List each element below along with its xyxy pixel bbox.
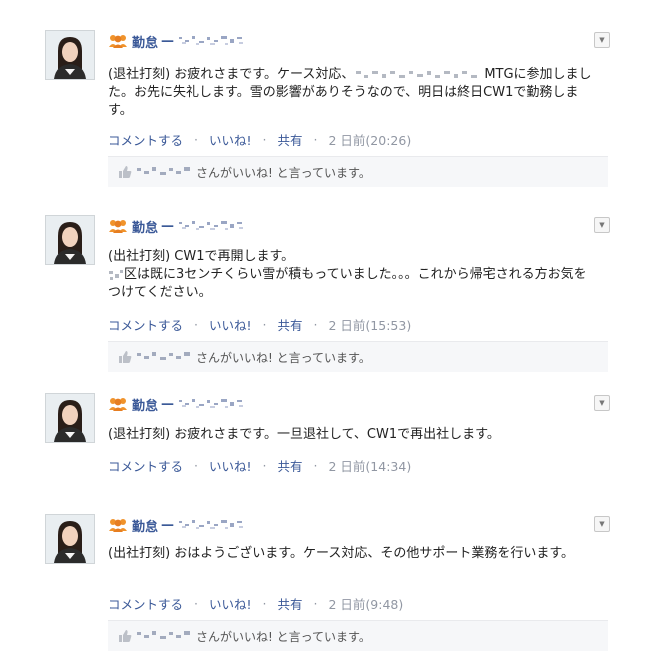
- group-icon: [109, 35, 127, 48]
- post-menu-button[interactable]: ▼: [594, 395, 610, 411]
- profile-photo-icon: [46, 31, 94, 79]
- comment-link[interactable]: コメントする: [108, 130, 183, 149]
- avatar[interactable]: [45, 215, 95, 265]
- share-link[interactable]: 共有: [278, 315, 303, 334]
- post-text: (退社打刻) お疲れさまです。一旦退社して、CW1で再出社します。: [108, 427, 500, 442]
- post-actions: コメントする · いいね! · 共有 · 2 日前(20:26): [108, 130, 412, 149]
- group-icon: [109, 398, 127, 411]
- redacted-name: [179, 36, 244, 45]
- avatar[interactable]: [45, 30, 95, 80]
- avatar[interactable]: [45, 393, 95, 443]
- timestamp[interactable]: 2 日前(20:26): [329, 130, 412, 149]
- post-menu-button[interactable]: ▼: [594, 217, 610, 233]
- post-header: 勤怠 —: [108, 32, 247, 51]
- post-text: (出社打刻) おはようございます。ケース対応、その他サポート業務を行います。: [108, 546, 575, 561]
- separator-dash: —: [161, 396, 175, 412]
- group-icon: [109, 519, 127, 532]
- redacted-name: [179, 520, 244, 529]
- redacted-text: [356, 70, 478, 78]
- author-name[interactable]: 勤怠: [132, 217, 158, 236]
- likes-text: さんがいいね! と言っています。: [196, 629, 371, 644]
- post-actions: コメントする · いいね! · 共有 · 2 日前(14:34): [108, 456, 412, 475]
- timestamp[interactable]: 2 日前(14:34): [329, 456, 412, 475]
- comment-link[interactable]: コメントする: [108, 456, 183, 475]
- like-link[interactable]: いいね!: [209, 456, 252, 475]
- author-name[interactable]: 勤怠: [132, 395, 158, 414]
- redacted-text: [109, 269, 123, 280]
- post-header: 勤怠 —: [108, 516, 247, 535]
- group-icon: [109, 220, 127, 233]
- redacted-name: [179, 399, 244, 408]
- likes-summary: さんがいいね! と言っています。: [108, 341, 608, 372]
- thumbs-up-icon: [119, 351, 132, 363]
- post-actions: コメントする · いいね! · 共有 · 2 日前(15:53): [108, 315, 412, 334]
- post-text: (退社打刻) お疲れさまです。ケース対応、 MTGに参加しました。お先に失礼します…: [108, 67, 592, 118]
- post-header: 勤怠 —: [108, 217, 247, 236]
- separator-dash: —: [161, 517, 175, 533]
- post-menu-button[interactable]: ▼: [594, 516, 610, 532]
- share-link[interactable]: 共有: [278, 456, 303, 475]
- avatar[interactable]: [45, 514, 95, 564]
- post-menu-button[interactable]: ▼: [594, 32, 610, 48]
- likes-text: さんがいいね! と言っています。: [196, 165, 371, 180]
- timestamp[interactable]: 2 日前(9:48): [329, 594, 404, 613]
- post-header: 勤怠 —: [108, 395, 247, 414]
- share-link[interactable]: 共有: [278, 130, 303, 149]
- thumbs-up-icon: [119, 166, 132, 178]
- redacted-name: [179, 221, 244, 230]
- redacted-liker[interactable]: [136, 350, 196, 364]
- like-link[interactable]: いいね!: [209, 594, 252, 613]
- likes-summary: さんがいいね! と言っています。: [108, 156, 608, 187]
- post-actions: コメントする · いいね! · 共有 · 2 日前(9:48): [108, 594, 404, 613]
- share-link[interactable]: 共有: [278, 594, 303, 613]
- author-name[interactable]: 勤怠: [132, 32, 158, 51]
- comment-link[interactable]: コメントする: [108, 315, 183, 334]
- like-link[interactable]: いいね!: [209, 130, 252, 149]
- like-link[interactable]: いいね!: [209, 315, 252, 334]
- author-name[interactable]: 勤怠: [132, 516, 158, 535]
- likes-summary: さんがいいね! と言っています。: [108, 620, 608, 651]
- profile-photo-icon: [46, 515, 94, 563]
- timestamp[interactable]: 2 日前(15:53): [329, 315, 412, 334]
- profile-photo-icon: [46, 394, 94, 442]
- post-text: (出社打刻) CW1で再開します。 区は既に3センチくらい雪が積もっていました。…: [108, 249, 587, 300]
- redacted-liker[interactable]: [136, 165, 196, 179]
- thumbs-up-icon: [119, 630, 132, 642]
- profile-photo-icon: [46, 216, 94, 264]
- comment-link[interactable]: コメントする: [108, 594, 183, 613]
- likes-text: さんがいいね! と言っています。: [196, 350, 371, 365]
- separator-dash: —: [161, 33, 175, 49]
- redacted-liker[interactable]: [136, 629, 196, 643]
- separator-dash: —: [161, 218, 175, 234]
